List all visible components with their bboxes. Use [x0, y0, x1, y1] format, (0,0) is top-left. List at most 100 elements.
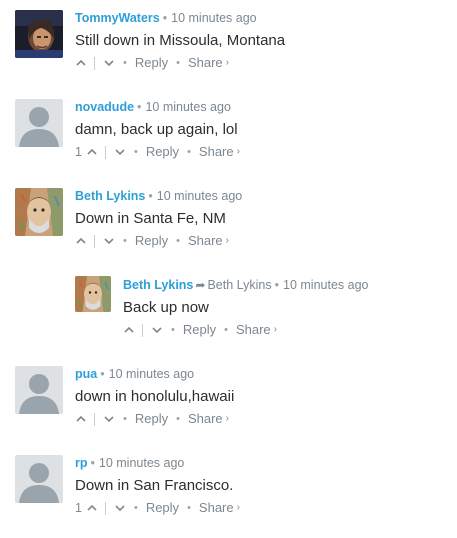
author-link[interactable]: pua	[75, 367, 97, 381]
share-button[interactable]: Share	[199, 500, 234, 516]
author-link[interactable]: novadude	[75, 100, 134, 114]
separator-dot: •	[133, 146, 138, 158]
timestamp[interactable]: 10 minutes ago	[109, 367, 194, 381]
reply-button[interactable]: Reply	[135, 55, 168, 71]
share-caret-icon: ›	[273, 324, 278, 335]
separator-dot: •	[90, 456, 95, 470]
vote-divider	[94, 234, 95, 248]
reply-button[interactable]: Reply	[183, 322, 216, 338]
separator-dot: •	[187, 502, 191, 514]
reply-button[interactable]: Reply	[146, 500, 179, 516]
painted-avatar-icon	[75, 276, 111, 312]
share-button[interactable]: Share	[188, 411, 223, 427]
downvote-icon[interactable]	[103, 57, 115, 69]
comment-body: down in honolulu,hawaii	[75, 388, 235, 405]
comment-actions: • Reply • Share ›	[75, 411, 229, 427]
separator-dot: •	[274, 278, 279, 292]
separator-dot: •	[171, 324, 175, 336]
upvote-icon[interactable]	[86, 146, 98, 158]
separator-dot: •	[123, 57, 127, 69]
comment-meta: TommyWaters • 10 minutes ago	[75, 10, 257, 26]
downvote-icon[interactable]	[114, 146, 126, 158]
comment: TommyWaters • 10 minutes ago Still down in…	[0, 0, 457, 89]
separator-dot: •	[176, 413, 180, 425]
share-caret-icon: ›	[225, 413, 230, 424]
comment-meta: Beth Lykins • 10 minutes ago	[75, 188, 242, 204]
default-avatar-icon	[15, 99, 63, 147]
author-link[interactable]: Beth Lykins	[123, 278, 193, 292]
separator-dot: •	[187, 146, 191, 158]
timestamp[interactable]: 10 minutes ago	[157, 189, 242, 203]
author-link[interactable]: Beth Lykins	[75, 189, 145, 203]
photo-avatar-icon	[15, 10, 63, 58]
downvote-icon[interactable]	[103, 235, 115, 247]
author-link[interactable]: TommyWaters	[75, 11, 160, 25]
share-caret-icon: ›	[225, 57, 230, 68]
downvote-icon[interactable]	[103, 413, 115, 425]
separator-dot: •	[176, 57, 180, 69]
separator-dot: •	[100, 367, 105, 381]
vote-count: 1	[75, 145, 82, 159]
separator-dot: •	[224, 324, 228, 336]
timestamp[interactable]: 10 minutes ago	[283, 278, 368, 292]
user-avatar[interactable]	[15, 99, 63, 147]
upvote-icon[interactable]	[75, 413, 87, 425]
comment: pua • 10 minutes ago down in honolulu,hawa…	[0, 356, 457, 445]
share-caret-icon: ›	[225, 235, 230, 246]
separator-dot: •	[123, 235, 127, 247]
comment-body: Down in San Francisco.	[75, 477, 234, 494]
reply-to-arrow-icon: ➦	[195, 278, 206, 292]
upvote-icon[interactable]	[75, 235, 87, 247]
reply-button[interactable]: Reply	[146, 144, 179, 160]
timestamp[interactable]: 10 minutes ago	[171, 11, 256, 25]
author-link[interactable]: rp	[75, 456, 88, 470]
vote-divider	[104, 145, 106, 159]
comment-actions: 1 • Reply • Share ›	[75, 500, 240, 516]
comment-body: Back up now	[123, 299, 209, 316]
share-button[interactable]: Share	[236, 322, 271, 338]
separator-dot: •	[148, 189, 153, 203]
vote-divider	[142, 323, 143, 337]
comment-body: damn, back up again, lol	[75, 121, 238, 138]
default-avatar-icon	[15, 366, 63, 414]
share-button[interactable]: Share	[188, 233, 223, 249]
comment-meta: rp • 10 minutes ago	[75, 455, 184, 471]
vote-count: 1	[75, 501, 82, 515]
painted-avatar-icon	[15, 188, 63, 236]
separator-dot: •	[176, 235, 180, 247]
user-avatar[interactable]	[75, 276, 111, 312]
user-avatar[interactable]	[15, 188, 63, 236]
user-avatar[interactable]	[15, 455, 63, 503]
separator-dot: •	[133, 502, 138, 514]
comment-actions: • Reply • Share ›	[75, 233, 229, 249]
vote-divider	[94, 412, 95, 426]
separator-dot: •	[162, 11, 168, 25]
comment-actions: 1 • Reply • Share ›	[75, 144, 240, 160]
parent-author-link[interactable]: Beth Lykins	[207, 278, 271, 292]
separator-dot: •	[123, 413, 127, 425]
vote-divider	[104, 501, 106, 515]
share-button[interactable]: Share	[188, 55, 223, 71]
separator-dot: •	[137, 100, 142, 114]
comment-body: Still down in Missoula, Montana	[75, 32, 286, 49]
user-avatar[interactable]	[15, 10, 63, 58]
reply-button[interactable]: Reply	[135, 411, 168, 427]
vote-divider	[94, 56, 95, 70]
timestamp[interactable]: 10 minutes ago	[99, 456, 184, 470]
comment: Beth Lykins • 10 minutes ago Down in Santa…	[0, 178, 457, 267]
user-avatar[interactable]	[15, 366, 63, 414]
reply-button[interactable]: Reply	[135, 233, 168, 249]
default-avatar-icon	[15, 455, 63, 503]
upvote-icon[interactable]	[86, 502, 98, 514]
comment-meta: novadude • 10 minutes ago	[75, 99, 231, 115]
upvote-icon[interactable]	[75, 57, 87, 69]
upvote-icon[interactable]	[123, 324, 135, 336]
share-button[interactable]: Share	[199, 144, 234, 160]
comment-meta: pua • 10 minutes ago	[75, 366, 194, 382]
comment-actions: • Reply • Share ›	[75, 55, 229, 71]
timestamp[interactable]: 10 minutes ago	[145, 100, 230, 114]
comment-meta: Beth Lykins ➦ Beth Lykins • 10 minutes ago	[123, 277, 368, 293]
downvote-icon[interactable]	[151, 324, 163, 336]
comment-actions: • Reply • Share ›	[123, 322, 277, 338]
downvote-icon[interactable]	[114, 502, 126, 514]
